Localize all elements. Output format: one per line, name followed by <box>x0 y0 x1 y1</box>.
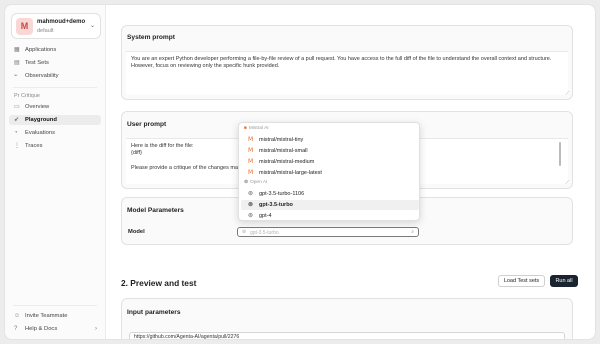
help-docs-link[interactable]: ? Help & Docs › <box>9 324 101 334</box>
system-prompt-textarea[interactable]: You are an expert Python developer perfo… <box>126 51 568 95</box>
avatar: M <box>16 18 33 35</box>
mistral-icon: Ⅿ <box>248 148 254 154</box>
invite-teammate-link[interactable]: ☺ Invite Teammate <box>9 311 101 321</box>
chevron-right-icon: › <box>95 326 97 332</box>
rocket-icon: ➶ <box>14 117 20 123</box>
sidebar-footer-label: Invite Teammate <box>25 313 68 319</box>
model-option[interactable]: Ⅿ mistral/mistral-small <box>241 146 419 156</box>
openai-icon: ⊚ <box>248 202 254 208</box>
sidebar-item-playground[interactable]: ➶ Playground <box>9 115 101 125</box>
mistral-icon: Ⅿ <box>248 159 254 165</box>
openai-icon: ⊚ <box>248 213 254 219</box>
workspace-name: mahmoud+demo <box>37 19 86 25</box>
card-title: System prompt <box>127 34 175 41</box>
scrollbar[interactable] <box>559 142 561 166</box>
model-select-placeholder: gpt-3.5-turbo <box>250 230 279 236</box>
monitor-icon: ▭ <box>14 104 20 110</box>
group-label-openai: ⊚ Open AI <box>244 180 268 185</box>
sidebar: M mahmoud+demo default ⌄ ▦ Applications … <box>5 5 106 339</box>
openai-icon: ⊚ <box>242 229 247 235</box>
sidebar-item-overview[interactable]: ▭ Overview <box>9 102 101 112</box>
model-option[interactable]: ⊚ gpt-3.5-turbo-1106 <box>241 189 419 199</box>
sidebar-item-label: Observability <box>25 73 59 79</box>
sidebar-item-evaluations[interactable]: ◔ Evaluations <box>9 128 101 138</box>
model-label: Model <box>128 229 145 235</box>
mistral-icon: Ⅿ <box>248 170 254 176</box>
system-prompt-card: System prompt You are an expert Python d… <box>121 25 573 100</box>
grid-icon: ▦ <box>14 47 20 53</box>
help-icon: ? <box>14 326 18 332</box>
model-option-selected[interactable]: ⊚ gpt-3.5-turbo <box>241 200 419 210</box>
sidebar-item-test-sets[interactable]: ▤ Test Sets <box>9 58 101 68</box>
load-test-sets-button[interactable]: Load Test sets <box>498 275 545 287</box>
model-option[interactable]: Ⅿ mistral/mistral-medium <box>241 157 419 167</box>
sidebar-item-label: Test Sets <box>25 60 49 66</box>
openai-icon: ⊚ <box>244 180 249 185</box>
sidebar-item-label: Applications <box>25 47 57 53</box>
group-label-mistral: ■ Mistral AI <box>244 126 269 131</box>
run-all-button[interactable]: Run all <box>550 275 578 287</box>
user-plus-icon: ☺ <box>14 313 21 319</box>
pr-url-input[interactable]: https://github.com/Agenta-AI/agenta/pull… <box>129 332 565 339</box>
card-title: Model Parameters <box>127 207 184 214</box>
sidebar-item-label: Traces <box>25 143 43 149</box>
divider <box>13 87 97 88</box>
model-select[interactable]: ⊚ gpt-3.5-turbo ⌕ <box>237 227 419 237</box>
model-option[interactable]: Ⅿ mistral/mistral-tiny <box>241 135 419 145</box>
mistral-icon: ■ <box>244 126 247 131</box>
sidebar-footer-label: Help & Docs <box>25 326 58 332</box>
input-parameters-card: Input parameters https://github.com/Agen… <box>121 298 573 339</box>
resize-handle-icon[interactable]: ⟋ <box>565 91 569 97</box>
chart-icon: ⌁ <box>14 73 18 79</box>
workspace-switcher[interactable]: M mahmoud+demo default ⌄ <box>11 13 101 39</box>
card-title: User prompt <box>127 121 167 128</box>
card-title: Input parameters <box>127 309 181 316</box>
sidebar-item-applications[interactable]: ▦ Applications <box>9 45 101 55</box>
table-icon: ▤ <box>14 60 20 66</box>
divider <box>13 305 97 306</box>
sidebar-item-label: Evaluations <box>25 130 55 136</box>
section-label: Pr Critique <box>14 93 40 99</box>
mistral-icon: Ⅿ <box>248 137 254 143</box>
workspace-subtitle: default <box>37 28 54 34</box>
openai-icon: ⊚ <box>248 191 254 197</box>
resize-handle-icon[interactable]: ⟋ <box>565 180 569 186</box>
tree-icon: ⋮ <box>14 143 20 149</box>
sidebar-item-traces[interactable]: ⋮ Traces <box>9 141 101 151</box>
sidebar-item-label: Playground <box>25 117 57 123</box>
app-window: M mahmoud+demo default ⌄ ▦ Applications … <box>4 4 596 340</box>
section-heading: 2. Preview and test <box>121 278 197 288</box>
model-option[interactable]: ⊚ gpt-4 <box>241 211 419 221</box>
model-option[interactable]: Ⅿ mistral/mistral-large-latest <box>241 168 419 178</box>
search-icon: ⌕ <box>411 229 414 235</box>
gauge-icon: ◔ <box>14 130 18 136</box>
sidebar-item-observability[interactable]: ⌁ Observability <box>9 71 101 81</box>
chevron-down-icon: ⌄ <box>89 23 95 29</box>
model-dropdown: ■ Mistral AI Ⅿ mistral/mistral-tiny Ⅿ mis… <box>238 122 420 221</box>
sidebar-item-label: Overview <box>25 104 50 110</box>
